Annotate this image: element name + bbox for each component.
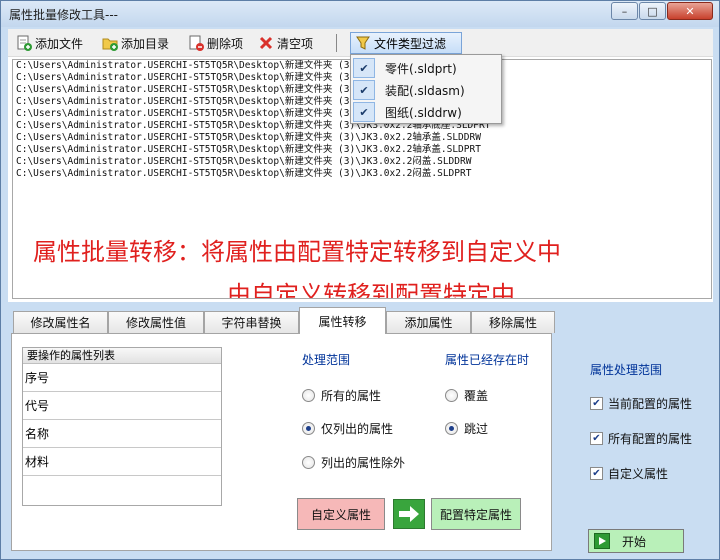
- client-area: 添加文件 添加目录 删除项 清空项 文件类型过滤 ✔ 零件(.sldprt) ✔…: [8, 29, 713, 553]
- add-file-button[interactable]: 添加文件: [16, 33, 83, 53]
- check-icon: ✔: [353, 58, 375, 78]
- transfer-direction-button[interactable]: [393, 499, 425, 529]
- exists-radio-overwrite[interactable]: 覆盖: [445, 387, 488, 404]
- play-icon: [594, 533, 610, 549]
- radio-dot: [302, 389, 315, 402]
- property-list-row[interactable]: 材料: [23, 448, 221, 476]
- property-list-header: 要操作的属性列表: [23, 348, 221, 364]
- checkbox-check-icon: ✔: [590, 432, 603, 445]
- property-list-row[interactable]: 名称: [23, 420, 221, 448]
- minimize-button[interactable]: –: [611, 2, 638, 20]
- clear-items-button[interactable]: 清空项: [258, 33, 313, 53]
- add-dir-button[interactable]: 添加目录: [102, 33, 169, 53]
- filter-dropdown-menu: ✔ 零件(.sldprt) ✔ 装配(.sldasm) ✔ 图纸(.slddrw…: [350, 54, 502, 124]
- range-radio-listed[interactable]: 仅列出的属性: [302, 420, 393, 437]
- file-list-item[interactable]: C:\Users\Administrator.USERCHI-ST5TQ5R\D…: [13, 156, 711, 168]
- transfer-panel: 要操作的属性列表 序号 代号 名称 材料 处理范围 所有的属性 仅列出的属性 列…: [11, 333, 552, 551]
- app-window: 属性批量修改工具--- – □ ✕ 添加文件 添加目录 删除项 清空项 文件类型…: [0, 0, 720, 560]
- scope-all-config-checkbox[interactable]: ✔ 所有配置的属性: [590, 430, 692, 447]
- check-icon: ✔: [353, 80, 375, 100]
- tab-remove-property[interactable]: 移除属性: [471, 311, 555, 333]
- filter-item-assembly[interactable]: ✔ 装配(.sldasm): [351, 79, 501, 101]
- range-label: 处理范围: [302, 353, 351, 367]
- property-list[interactable]: 要操作的属性列表 序号 代号 名称 材料: [22, 347, 222, 506]
- exists-label: 属性已经存在时: [445, 353, 530, 367]
- overlay-heading: 属性批量转移：将属性由配置特定转移到自定义中: [33, 238, 561, 266]
- radio-dot: [445, 389, 458, 402]
- filter-item-part[interactable]: ✔ 零件(.sldprt): [351, 57, 501, 79]
- bottom-area: 修改属性名 修改属性值 字符串替换 属性转移 添加属性 移除属性 要操作的属性列…: [8, 302, 713, 553]
- property-list-row[interactable]: 序号: [23, 364, 221, 392]
- close-button[interactable]: ✕: [667, 2, 713, 20]
- window-title: 属性批量修改工具---: [9, 8, 118, 22]
- delete-item-button[interactable]: 删除项: [188, 33, 243, 53]
- maximize-button[interactable]: □: [639, 2, 666, 20]
- scope-label: 属性处理范围: [590, 363, 663, 377]
- checkbox-check-icon: ✔: [590, 397, 603, 410]
- custom-property-button[interactable]: 自定义属性: [297, 498, 385, 530]
- toolbar: 添加文件 添加目录 删除项 清空项 文件类型过滤: [8, 29, 713, 57]
- radio-dot: [302, 422, 315, 435]
- tab-property-transfer[interactable]: 属性转移: [299, 307, 386, 334]
- clear-x-icon: [258, 35, 274, 51]
- add-file-icon: [16, 35, 32, 51]
- file-type-filter-button[interactable]: 文件类型过滤: [350, 32, 462, 54]
- delete-file-icon: [188, 35, 204, 51]
- start-button[interactable]: 开始: [588, 529, 684, 553]
- property-list-row[interactable]: [23, 476, 221, 504]
- property-list-row[interactable]: 代号: [23, 392, 221, 420]
- tab-modify-value[interactable]: 修改属性值: [108, 311, 204, 333]
- toolbar-separator: [336, 34, 337, 52]
- tab-rename-property[interactable]: 修改属性名: [13, 311, 108, 333]
- range-radio-except[interactable]: 列出的属性除外: [302, 454, 405, 471]
- exists-radio-skip[interactable]: 跳过: [445, 420, 488, 437]
- file-list-item[interactable]: C:\Users\Administrator.USERCHI-ST5TQ5R\D…: [13, 168, 711, 180]
- file-type-filter-label: 文件类型过滤: [374, 36, 447, 51]
- overlay-subheading: 由自定义转移到配置特定中: [227, 281, 515, 299]
- scope-custom-checkbox[interactable]: ✔ 自定义属性: [590, 465, 668, 482]
- checkbox-check-icon: ✔: [590, 467, 603, 480]
- add-dir-label: 添加目录: [121, 36, 170, 51]
- config-specific-button[interactable]: 配置特定属性: [431, 498, 521, 530]
- check-icon: ✔: [353, 102, 375, 122]
- add-folder-icon: [102, 35, 118, 51]
- range-radio-all[interactable]: 所有的属性: [302, 387, 381, 404]
- tab-string-replace[interactable]: 字符串替换: [204, 311, 299, 333]
- add-file-label: 添加文件: [35, 36, 84, 51]
- radio-dot: [302, 456, 315, 469]
- radio-dot: [445, 422, 458, 435]
- tab-add-property[interactable]: 添加属性: [386, 311, 471, 333]
- file-list-item[interactable]: C:\Users\Administrator.USERCHI-ST5TQ5R\D…: [13, 144, 711, 156]
- title-bar: 属性批量修改工具--- – □ ✕: [1, 1, 719, 27]
- file-list-item[interactable]: C:\Users\Administrator.USERCHI-ST5TQ5R\D…: [13, 132, 711, 144]
- scope-current-config-checkbox[interactable]: ✔ 当前配置的属性: [590, 395, 692, 412]
- arrow-right-icon: [399, 506, 419, 522]
- clear-items-label: 清空项: [277, 36, 314, 51]
- filter-icon: [355, 35, 371, 51]
- delete-item-label: 删除项: [207, 36, 244, 51]
- filter-item-drawing[interactable]: ✔ 图纸(.slddrw): [351, 101, 501, 123]
